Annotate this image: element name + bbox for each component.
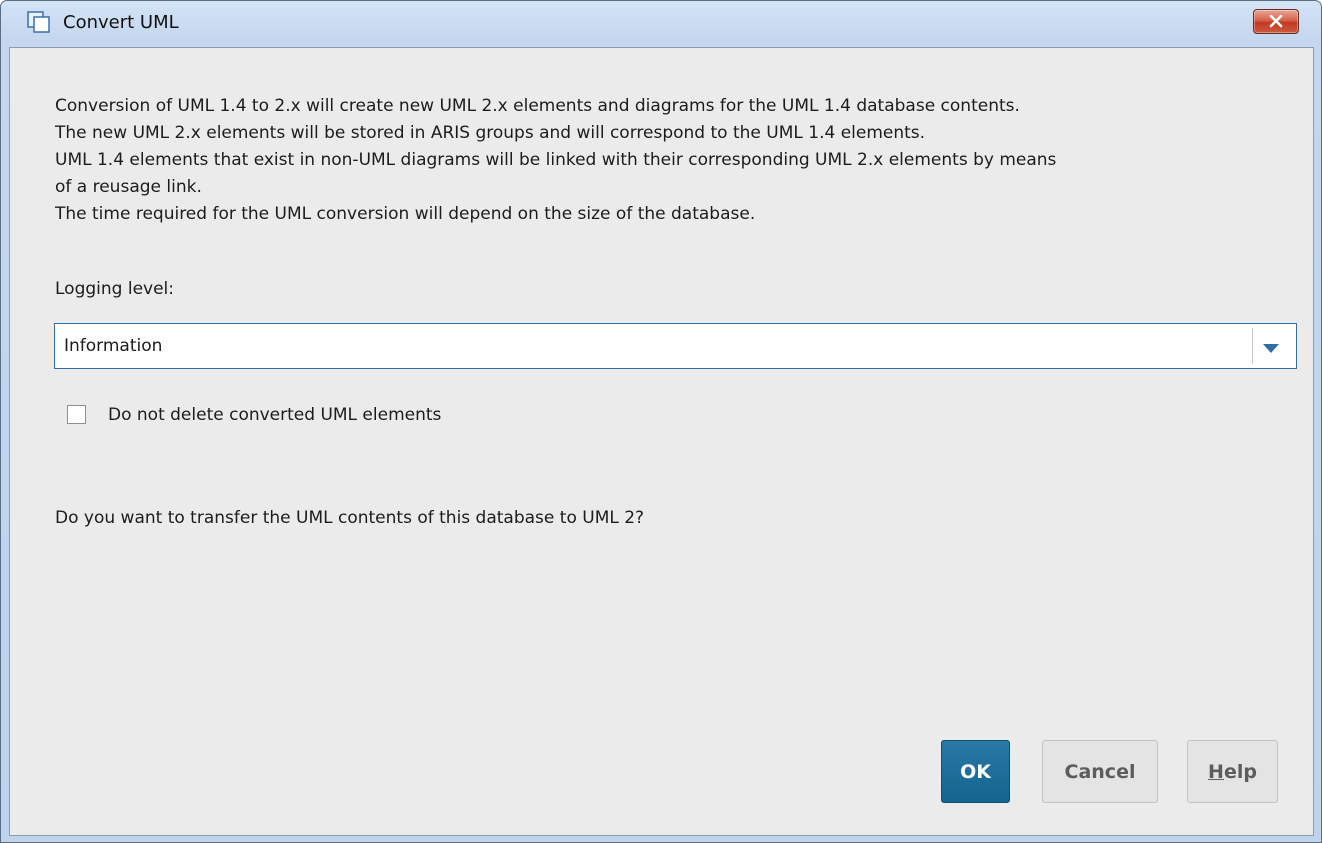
help-label-rest: elp <box>1223 760 1257 783</box>
description-line: of a reusage link. <box>55 177 202 197</box>
window-icon <box>27 11 51 33</box>
title-bar[interactable]: Convert UML <box>1 1 1321 47</box>
close-button[interactable] <box>1253 9 1299 34</box>
description-line: UML 1.4 elements that exist in non-UML d… <box>55 150 1057 170</box>
description-line: The new UML 2.x elements will be stored … <box>55 123 926 143</box>
do-not-delete-label[interactable]: Do not delete converted UML elements <box>108 405 441 425</box>
ok-button[interactable]: OK <box>941 740 1010 803</box>
cancel-button[interactable]: Cancel <box>1042 740 1158 803</box>
convert-uml-dialog: Convert UML Conversion of UML 1.4 to 2.x… <box>0 0 1322 843</box>
dialog-body: Conversion of UML 1.4 to 2.x will create… <box>9 47 1314 836</box>
close-x-icon <box>1269 15 1283 28</box>
description-text: Conversion of UML 1.4 to 2.x will create… <box>55 93 1305 228</box>
description-line: Conversion of UML 1.4 to 2.x will create… <box>55 96 1020 116</box>
description-line: The time required for the UML conversion… <box>55 204 756 224</box>
dropdown-separator <box>1252 328 1253 364</box>
chevron-down-icon[interactable] <box>1262 340 1280 360</box>
confirmation-question: Do you want to transfer the UML contents… <box>55 508 645 528</box>
help-button[interactable]: Help <box>1187 740 1278 803</box>
do-not-delete-checkbox[interactable] <box>67 405 86 424</box>
logging-level-value: Information <box>64 336 163 356</box>
logging-level-select[interactable]: Information <box>54 323 1297 369</box>
help-mnemonic: H <box>1208 760 1224 783</box>
window-title: Convert UML <box>63 12 179 33</box>
logging-level-label: Logging level: <box>55 279 174 299</box>
